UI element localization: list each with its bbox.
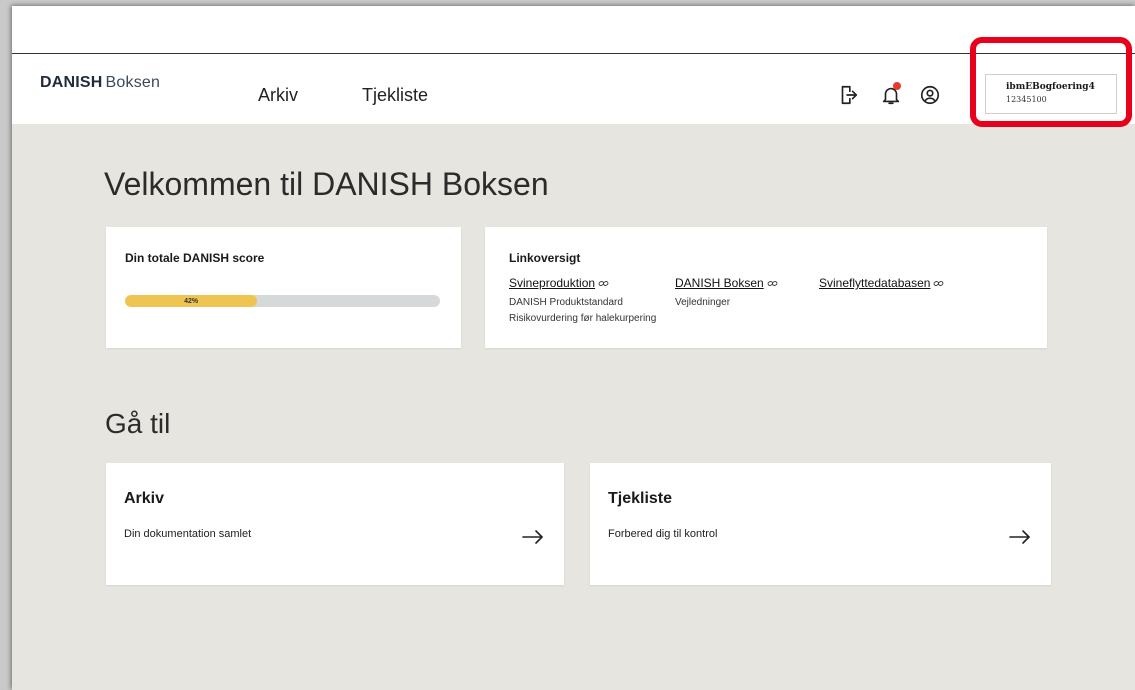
user-icon[interactable] (919, 84, 941, 106)
logout-icon[interactable] (837, 84, 859, 106)
link-label: Svineproduktion (509, 276, 596, 290)
nav-link-tjekliste[interactable]: Tjekliste (362, 85, 428, 106)
score-card: Din totale DANISH score 42% (106, 227, 461, 348)
header-divider (970, 78, 971, 114)
bell-icon[interactable] (880, 82, 902, 106)
link-column-svineflyttedatabasen: Svineflyttedatabasen (819, 274, 944, 292)
logo-brand: DANISH (40, 74, 103, 91)
logo-product: Boksen (105, 74, 161, 91)
links-title: Linkoversigt (509, 251, 581, 265)
nav-card-arkiv[interactable]: Arkiv Din dokumentation samlet (106, 463, 564, 585)
nav-card-description: Forbered dig til kontrol (608, 528, 718, 540)
logo[interactable]: DANISH Boksen (40, 74, 160, 92)
link-svineproduktion[interactable]: Svineproduktion (509, 276, 609, 290)
nav-card-title: Arkiv (124, 490, 165, 507)
account-id: 12345100 (1006, 95, 1047, 104)
link-svineflyttedatabasen[interactable]: Svineflyttedatabasen (819, 276, 944, 290)
score-progress-label: 42% (184, 297, 199, 305)
page-title: Velkommen til DANISH Boksen (104, 166, 549, 202)
link-label: Svineflyttedatabasen (819, 276, 931, 290)
link-danish-produktstandard[interactable]: DANISH Produktstandard (509, 297, 656, 308)
link-chain-icon (933, 279, 944, 288)
notification-dot (893, 82, 901, 90)
goto-heading: Gå til (105, 408, 171, 439)
links-card: Linkoversigt Svineproduktion DANISH Prod… (485, 227, 1047, 348)
link-danish-boksen[interactable]: DANISH Boksen (675, 276, 778, 290)
link-chain-icon (767, 279, 778, 288)
nav-card-title: Tjekliste (608, 490, 673, 507)
app-window: DANISH Boksen Arkiv Tjekliste ibmEBogfoer… (12, 6, 1135, 690)
link-vejledninger[interactable]: Vejledninger (675, 297, 778, 308)
nav-card-description: Din dokumentation samlet (124, 528, 252, 540)
score-progress-bar: 42% (125, 295, 440, 307)
arrow-right-icon[interactable] (522, 529, 544, 545)
link-column-danish-boksen: DANISH Boksen Vejledninger (675, 274, 778, 308)
link-column-svineproduktion: Svineproduktion DANISH Produktstandard R… (509, 274, 656, 324)
arrow-right-icon[interactable] (1009, 529, 1031, 545)
account-selector[interactable]: ibmEBogfoering4 12345100 (985, 74, 1117, 114)
main-content: Velkommen til DANISH Boksen Din totale D… (12, 124, 1135, 690)
top-header: DANISH Boksen Arkiv Tjekliste ibmEBogfoer… (12, 54, 1135, 124)
score-title: Din totale DANISH score (125, 251, 265, 265)
nav-link-arkiv[interactable]: Arkiv (258, 85, 298, 106)
account-name: ibmEBogfoering4 (1006, 82, 1095, 92)
link-risikovurdering[interactable]: Risikovurdering før halekurpering (509, 313, 656, 324)
nav-card-tjekliste[interactable]: Tjekliste Forbered dig til kontrol (590, 463, 1051, 585)
score-progress-fill: 42% (125, 295, 258, 307)
link-chain-icon (598, 279, 609, 288)
link-label: DANISH Boksen (675, 276, 764, 290)
